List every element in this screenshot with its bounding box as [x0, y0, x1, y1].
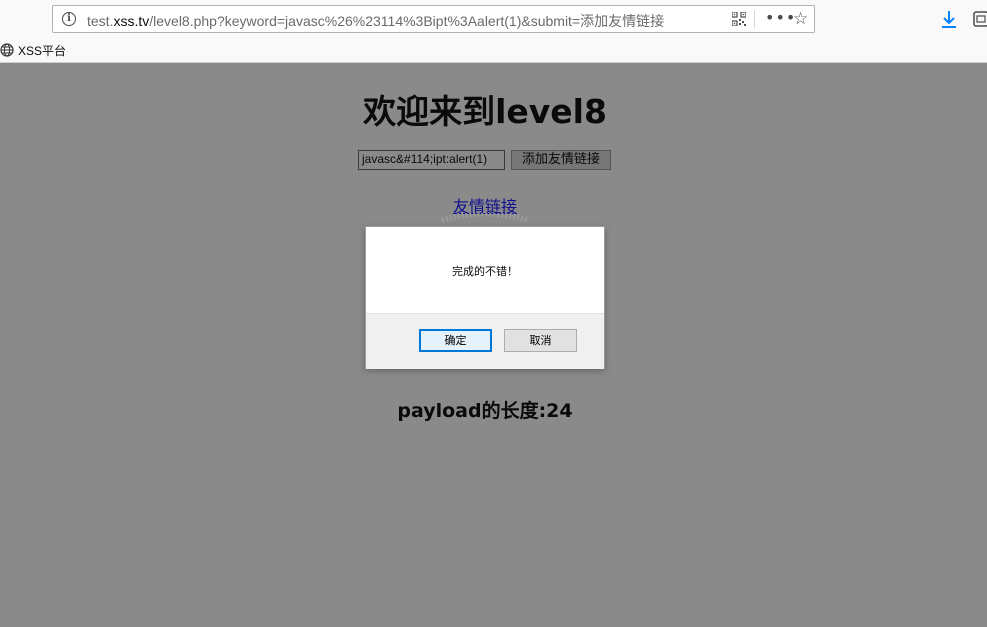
- url-host: xss.tv: [113, 13, 150, 29]
- ok-button[interactable]: 确定: [419, 329, 492, 352]
- keyword-input[interactable]: javasc&#114;ipt:alert(1): [358, 150, 505, 170]
- page-title: 欢迎来到level8: [363, 92, 607, 131]
- alert-dialog: 完成的不错！ 确定 取消: [365, 226, 605, 369]
- url-prefix: test.: [87, 13, 114, 29]
- url-bar[interactable]: i test.xss.tv/level8.php?keyword=javasc%…: [52, 5, 815, 33]
- globe-icon: [0, 43, 14, 57]
- payload-length-value: 24: [546, 400, 573, 422]
- add-friend-link-button[interactable]: 添加友情链接: [511, 150, 611, 170]
- payload-length-label: payload的长度:: [397, 400, 547, 422]
- download-icon[interactable]: [940, 10, 958, 30]
- info-icon[interactable]: i: [62, 12, 76, 26]
- bookmark-item[interactable]: XSS平台: [0, 42, 66, 58]
- url-text[interactable]: test.xss.tv/level8.php?keyword=javasc%26…: [87, 11, 664, 31]
- cancel-button[interactable]: 取消: [504, 329, 577, 352]
- dialog-footer: 确定 取消: [366, 313, 604, 369]
- urlbar-divider: [754, 10, 755, 28]
- star-icon[interactable]: ☆: [793, 9, 808, 29]
- payload-length: payload的长度:24: [0, 396, 970, 423]
- more-icon[interactable]: •••: [765, 8, 796, 27]
- bookmark-label: XSS平台: [18, 43, 67, 58]
- dialog-message: 完成的不错！: [452, 265, 518, 278]
- qr-code-icon[interactable]: [732, 12, 746, 26]
- url-path: /level8.php?keyword=javasc%26%23114%3Bip…: [149, 13, 665, 29]
- library-icon[interactable]: [973, 11, 987, 27]
- browser-toolbar: i test.xss.tv/level8.php?keyword=javasc%…: [0, 0, 987, 63]
